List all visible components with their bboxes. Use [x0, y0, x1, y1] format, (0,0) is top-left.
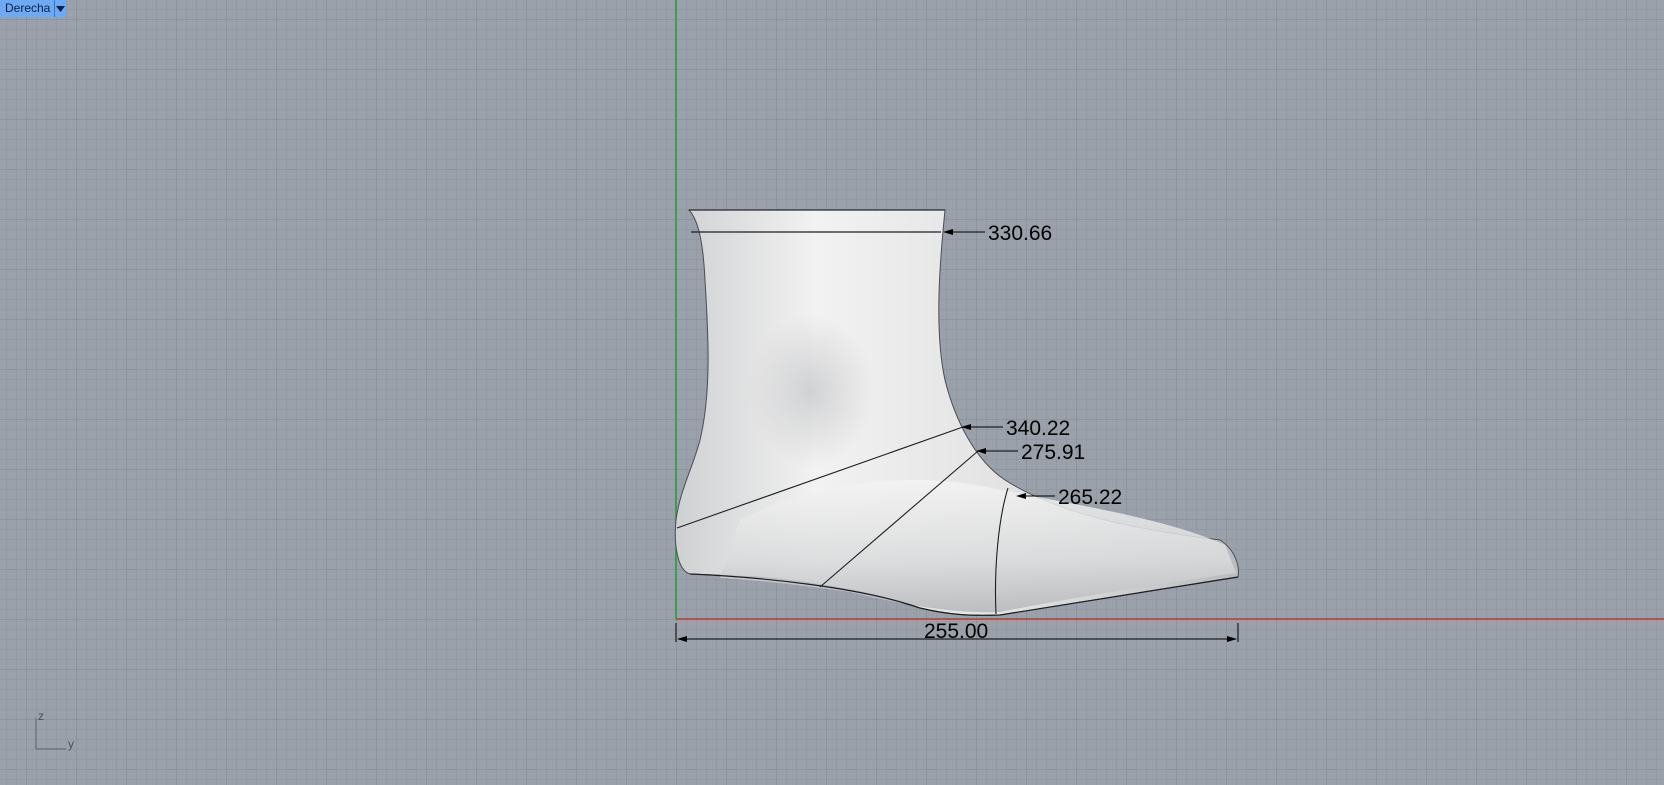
right-viewport[interactable]: 330.66 340.22 275.91 265.22 255.00 z y D… — [0, 0, 1664, 785]
dimension-label-top-opening[interactable]: 330.66 — [988, 222, 1052, 245]
viewport-title-tab[interactable]: Derecha — [0, 0, 67, 17]
dimension-label-length[interactable]: 255.00 — [924, 620, 988, 643]
dimension-label-ball[interactable]: 265.22 — [1058, 486, 1122, 509]
viewport-canvas[interactable]: 330.66 340.22 275.91 265.22 255.00 z y — [0, 0, 1664, 785]
axis-label-y: y — [68, 737, 74, 751]
dimension-label-ankle-diagonal[interactable]: 340.22 — [1006, 417, 1070, 440]
viewport-name[interactable]: Derecha — [0, 0, 56, 17]
dimension-label-instep[interactable]: 275.91 — [1021, 441, 1085, 464]
viewport-menu-button[interactable] — [55, 0, 67, 17]
boot-shading — [730, 270, 910, 490]
axis-label-z: z — [38, 709, 44, 723]
chevron-down-icon — [56, 5, 66, 12]
